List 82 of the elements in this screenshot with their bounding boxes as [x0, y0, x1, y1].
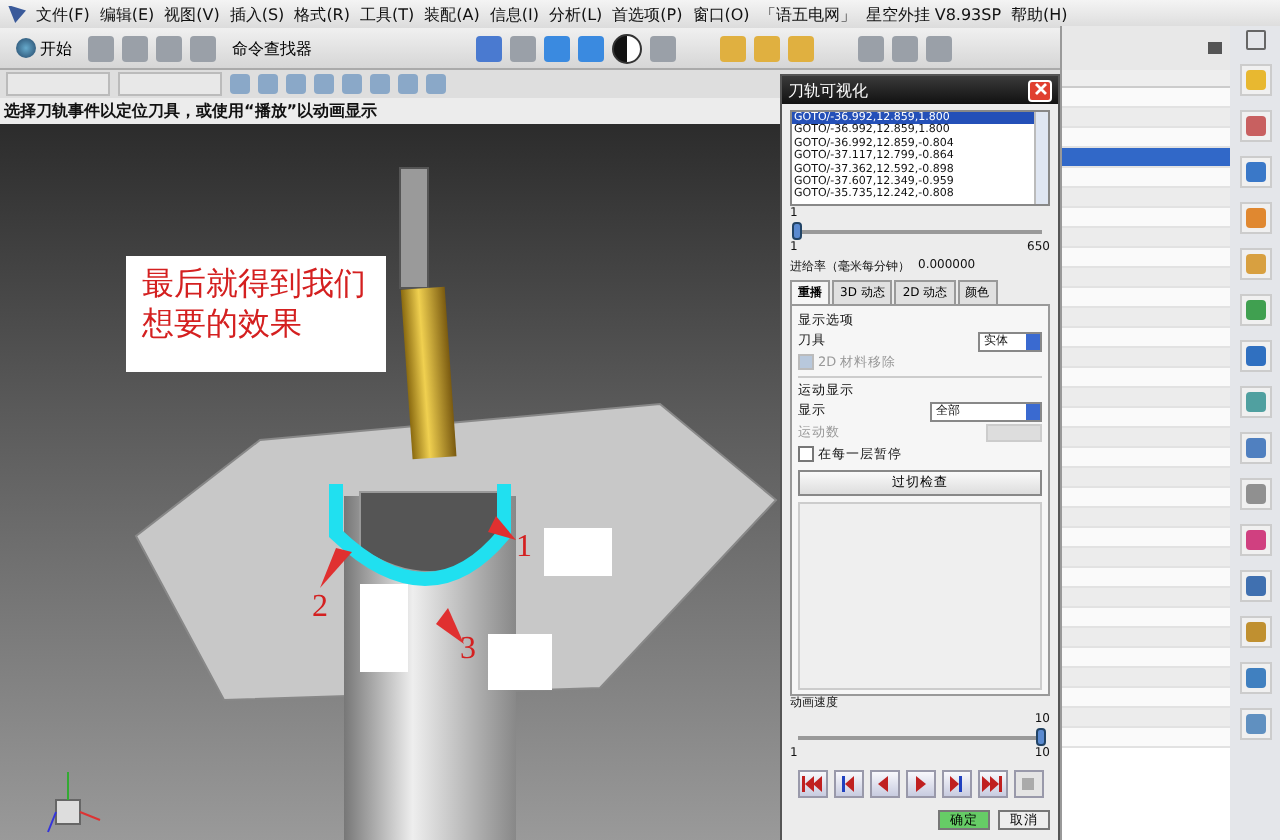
resource-bar-icon[interactable]	[1239, 432, 1271, 464]
checkbox[interactable]	[798, 446, 814, 462]
playback-button[interactable]	[977, 770, 1007, 798]
slider-thumb[interactable]	[1036, 728, 1046, 746]
playback-button[interactable]	[941, 770, 971, 798]
stop-button[interactable]	[1013, 770, 1043, 798]
menu-item[interactable]: 装配(A)	[424, 3, 480, 25]
toolbar-icon[interactable]	[650, 35, 676, 61]
toolbar-icon[interactable]	[926, 35, 952, 61]
back-icon	[874, 776, 894, 792]
menu-item[interactable]: 视图(V)	[164, 3, 220, 25]
resource-bar-icon[interactable]	[1239, 156, 1271, 188]
resource-bar-icon[interactable]	[1239, 202, 1271, 234]
toolbar-icon[interactable]	[88, 35, 114, 61]
label-box	[488, 634, 552, 690]
resource-bar-icon[interactable]	[1239, 248, 1271, 280]
toolbar-icon[interactable]	[754, 35, 780, 61]
prev-icon	[838, 776, 858, 792]
resource-bar-icon[interactable]	[1239, 708, 1271, 740]
cube-icon[interactable]	[578, 35, 604, 61]
toolbar-icon[interactable]	[122, 35, 148, 61]
last-icon	[982, 776, 1002, 792]
axis-triad-icon	[47, 771, 101, 833]
toolbar-icon[interactable]	[510, 35, 536, 61]
resource-bar-icon[interactable]	[1239, 524, 1271, 556]
filter-dropdown[interactable]	[6, 72, 110, 96]
menu-item[interactable]: 信息(I)	[489, 3, 539, 25]
close-button[interactable]	[1028, 79, 1052, 101]
command-finder-button[interactable]: 命令查找器	[224, 33, 320, 63]
shading-icon[interactable]	[612, 33, 642, 63]
resource-bar-icon[interactable]	[1239, 110, 1271, 142]
menu-item[interactable]: 「语五电网」	[759, 3, 856, 25]
resource-bar-icon[interactable]	[1239, 616, 1271, 648]
playback-button[interactable]	[797, 770, 827, 798]
panel-options-icon[interactable]	[1208, 42, 1222, 54]
column-header[interactable]	[1062, 70, 1230, 88]
navigator-row[interactable]	[1062, 148, 1230, 168]
toolbar-icon[interactable]	[892, 35, 918, 61]
playback-button[interactable]	[869, 770, 899, 798]
start-button[interactable]: 开始	[8, 33, 80, 63]
first-icon	[802, 776, 822, 792]
marker-number: 3	[460, 632, 476, 668]
resource-bar-icon[interactable]	[1239, 386, 1271, 418]
label-box	[360, 584, 408, 672]
close-icon	[1033, 81, 1047, 95]
resource-bar-icon[interactable]	[1239, 570, 1271, 602]
cube-icon[interactable]	[544, 35, 570, 61]
scrollbar[interactable]	[1034, 112, 1048, 204]
resource-bar-icon[interactable]	[1239, 340, 1271, 372]
filter-dropdown[interactable]	[118, 72, 222, 96]
resource-bar-icon[interactable]	[1239, 478, 1271, 510]
stop-icon	[1018, 776, 1038, 792]
marker-number: 1	[516, 530, 532, 566]
menu-item[interactable]: 星空外挂 V8.93SP	[865, 3, 1002, 25]
toolbar-icon[interactable]	[190, 35, 216, 61]
menu-item[interactable]: 编辑(E)	[99, 3, 155, 25]
menu-item[interactable]: 帮助(H)	[1011, 3, 1068, 25]
playback-button[interactable]	[833, 770, 863, 798]
dialog-title: 刀轨可视化	[788, 79, 868, 101]
menu-item[interactable]: 文件(F)	[36, 3, 90, 25]
marker-number: 2	[312, 590, 328, 626]
app-logo-icon	[8, 5, 26, 23]
toolbar-icon[interactable]	[156, 35, 182, 61]
pin-icon[interactable]	[1245, 30, 1265, 50]
play-icon	[910, 776, 930, 792]
resource-bar-icon[interactable]	[1239, 294, 1271, 326]
resource-bar-icon[interactable]	[1239, 662, 1271, 694]
callout-text: 最后就得到我们想要的效果	[126, 256, 386, 372]
menu-item[interactable]: 工具(T)	[360, 3, 415, 25]
playback-button[interactable]	[905, 770, 935, 798]
label-box	[544, 528, 612, 576]
toolbar-icon[interactable]	[476, 35, 502, 61]
toolbar-icon[interactable]	[788, 35, 814, 61]
menu-item[interactable]: 分析(L)	[548, 3, 603, 25]
menu-item[interactable]: 插入(S)	[229, 3, 285, 25]
menu-item[interactable]: 首选项(P)	[612, 3, 683, 25]
next-icon	[946, 776, 966, 792]
menu-item[interactable]: 窗口(O)	[692, 3, 750, 25]
slider-thumb[interactable]	[792, 222, 802, 240]
toolbar-icon[interactable]	[720, 35, 746, 61]
menu-item[interactable]: 格式(R)	[294, 3, 350, 25]
toolbar-icon[interactable]	[858, 35, 884, 61]
